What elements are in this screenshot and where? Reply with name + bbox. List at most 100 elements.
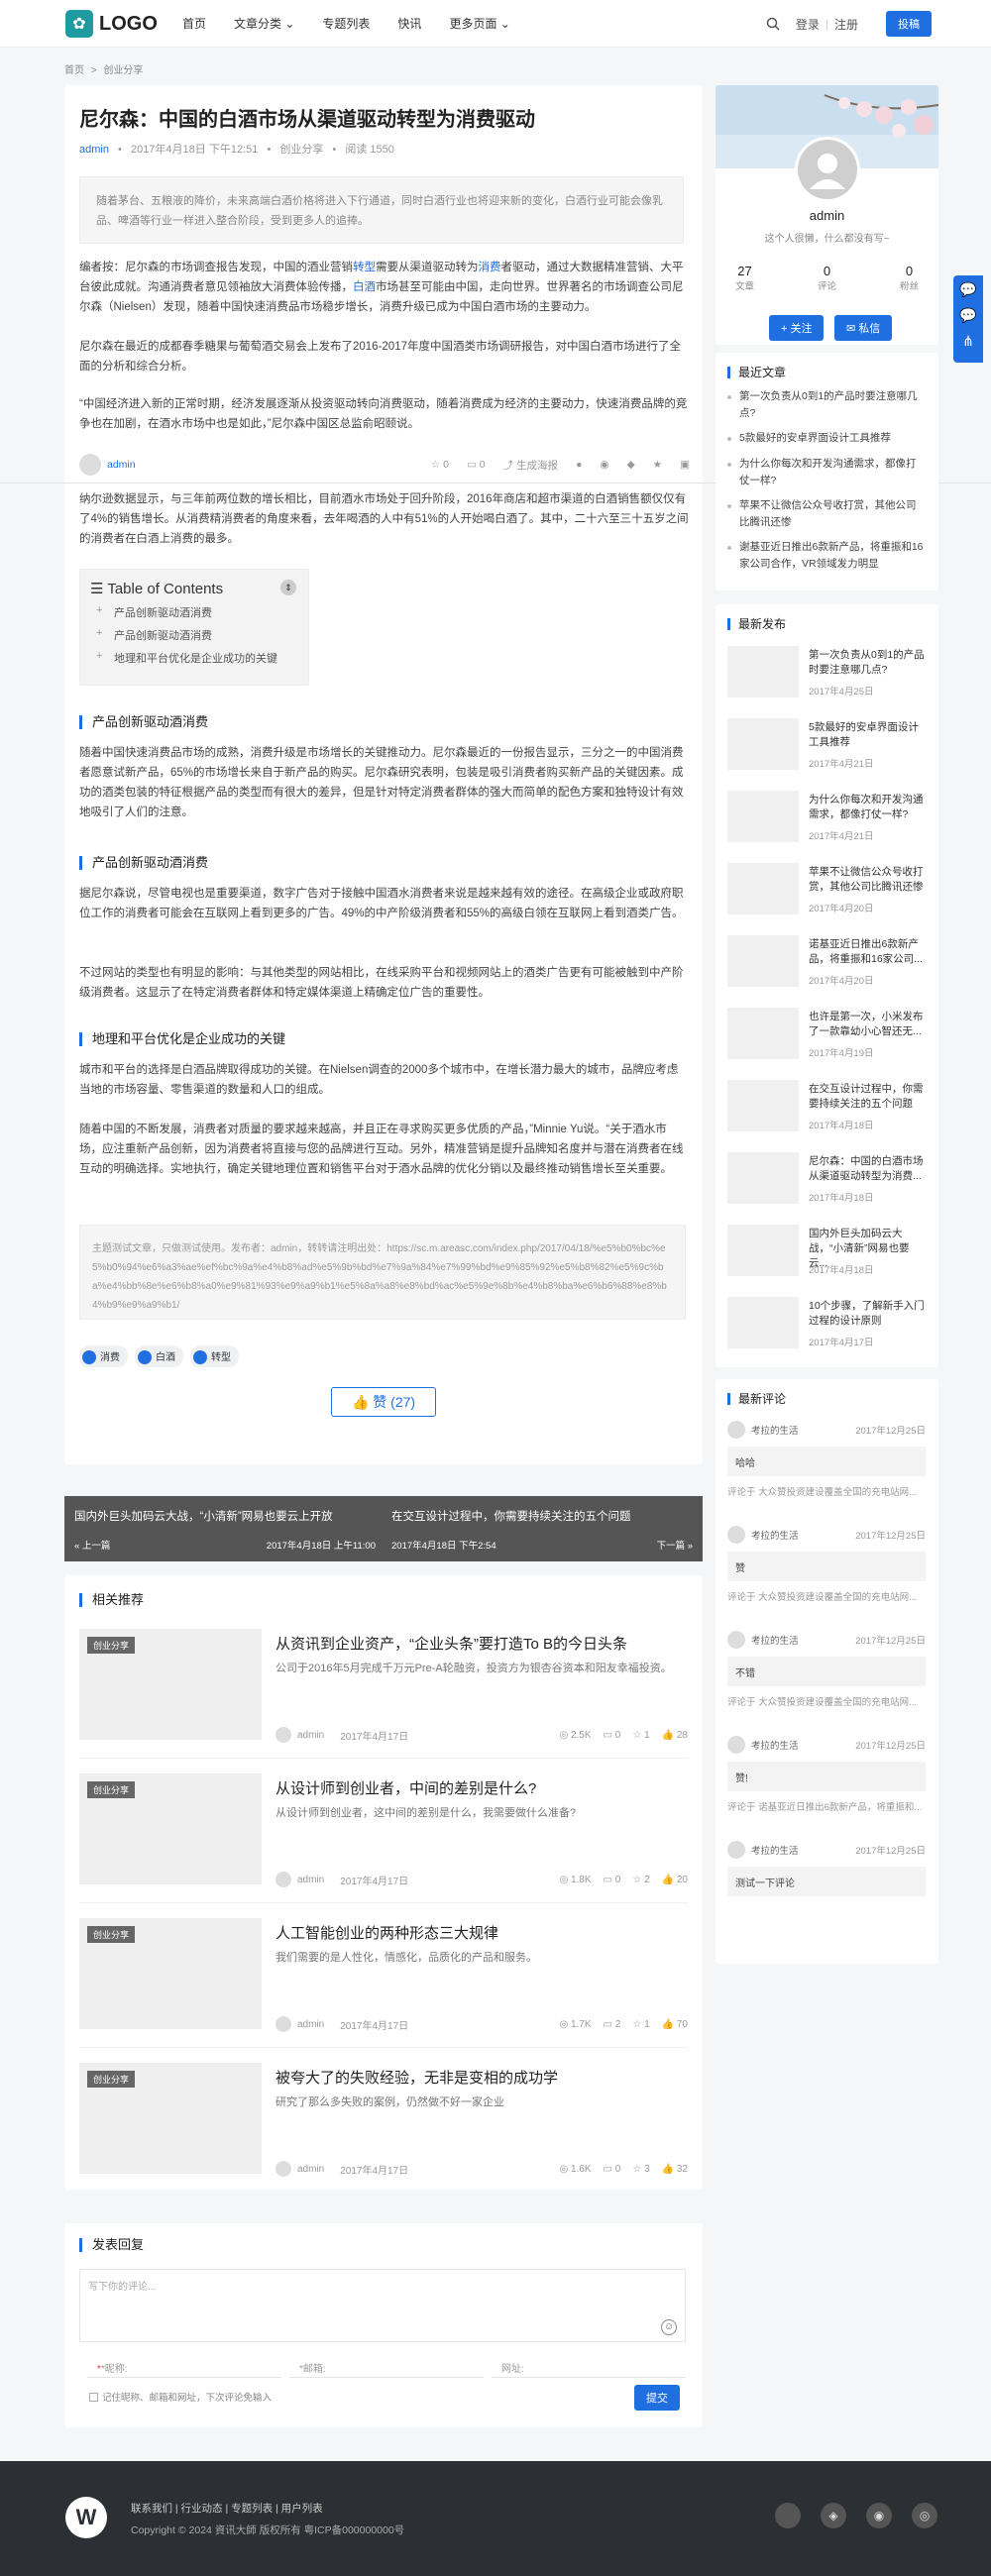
latest-thumbnail[interactable] [727,1225,799,1276]
remember-checkbox-row[interactable]: 记住昵称、邮箱和网址，下次评论免输入 [89,2390,272,2404]
tag-pill[interactable]: 白酒 [135,1345,183,1368]
latest-title[interactable]: 5款最好的安卓界面设计工具推荐 [809,720,928,750]
toc-item[interactable]: 产品创新驱动酒消费 [90,627,298,643]
latest-thumbnail[interactable] [727,1152,799,1204]
wechat-share-icon[interactable]: ● [576,459,582,471]
nav-home[interactable]: 首页 [182,0,206,48]
comment-context[interactable]: 评论于 诺基亚近日推出6款新产品，将重振和... [727,1799,926,1813]
weibo-share-icon[interactable]: ◉ [600,459,608,471]
submit-comment-button[interactable]: 提交 [634,2385,680,2411]
related-author[interactable]: admin [297,2019,324,2030]
article-category[interactable]: 创业分享 [279,144,323,156]
nav-categories[interactable]: 文章分类 ⌄ [234,0,294,48]
related-title-link[interactable]: 被夸大了的失败经验，无非是变相的成功学 [275,2067,558,2088]
latest-thumbnail[interactable] [727,935,799,987]
android-icon[interactable]: ◈ [821,2503,846,2528]
related-thumbnail[interactable]: 创业分享 [79,2063,262,2174]
prev-post-card[interactable]: 国内外巨头加码云大战，“小清新”网易也要云上开放 « 上一篇 2017年4月18日… [64,1496,385,1561]
related-badge[interactable]: 创业分享 [87,2071,136,2088]
comment-text[interactable]: 赞 [727,1552,926,1581]
latest-title[interactable]: 在交互设计过程中，你需要持续关注的五个问题 [809,1082,928,1112]
favorite-icon[interactable]: ★ [653,459,662,471]
poster-button[interactable]: ⤴ 生成海报 [503,458,558,473]
register-link[interactable]: 注册 [834,16,858,33]
nav-topics[interactable]: 专题列表 [322,0,370,48]
comment-icon[interactable]: ▭ 0 [467,459,486,471]
related-badge[interactable]: 创业分享 [87,1637,136,1654]
like-button[interactable]: 👍 赞 (27) [331,1387,436,1417]
latest-title[interactable]: 第一次负责从0到1的产品时要注意哪几点? [809,648,928,678]
latest-title[interactable]: 尼尔森：中国的白酒市场从渠道驱动转型为消费... [809,1154,928,1184]
latest-title[interactable]: 为什么你每次和开发沟通需求，都像打仗一样? [809,793,928,822]
latest-thumbnail[interactable] [727,1297,799,1348]
nickname-field[interactable]: **昵称: [87,2354,281,2378]
share-float-icon[interactable]: ⋔ [953,333,983,359]
comment-context[interactable]: 评论于 大众赞投资建设覆盖全国的充电站网... [727,1589,926,1603]
breadcrumb-current[interactable]: 创业分享 [103,65,143,76]
comment-user[interactable]: 考拉的生活 [751,1423,799,1437]
toc-item[interactable]: 地理和平台优化是企业成功的关键 [90,650,298,666]
toc-item[interactable]: 产品创新驱动酒消费 [90,604,298,620]
recent-post-link[interactable]: 苹果不让微信公众号收打赏，其他公司比腾讯还惨 [727,497,926,531]
comment-context[interactable]: 评论于 大众赞投资建设覆盖全国的充电站网... [727,1484,926,1498]
tag-link-transform[interactable]: 转型 [353,262,376,273]
related-title-link[interactable]: 从设计师到创业者，中间的差别是什么? [275,1777,536,1798]
related-badge[interactable]: 创业分享 [87,1781,136,1798]
tag-pill[interactable]: 消费 [79,1345,128,1368]
recent-post-link[interactable]: 第一次负责从0到1的产品时要注意哪几点? [727,388,926,422]
nav-more[interactable]: 更多页面 ⌄ [449,0,509,48]
profile-avatar[interactable] [795,137,860,202]
latest-title[interactable]: 苹果不让微信公众号收打赏，其他公司比腾讯还惨 [809,865,928,895]
tag-link-liquor[interactable]: 白酒 [353,281,376,293]
comment-user[interactable]: 考拉的生活 [751,1738,799,1752]
recent-post-link[interactable]: 为什么你每次和开发沟通需求，都像打仗一样? [727,456,926,489]
comment-text[interactable]: 赞! [727,1762,926,1791]
search-icon[interactable] [766,17,780,31]
site-logo[interactable]: ✿ LOGO [65,10,158,38]
remember-checkbox[interactable] [89,2392,98,2402]
latest-thumbnail[interactable] [727,863,799,914]
related-title-link[interactable]: 从资讯到企业资产，“企业头条”要打造To B的今日头条 [275,1633,627,1654]
login-link[interactable]: 登录 [796,16,820,33]
chat-float-icon[interactable]: 💬 [953,307,983,333]
report-icon[interactable]: ▣ [680,459,690,471]
related-title-link[interactable]: 人工智能创业的两种形态三大规律 [275,1922,498,1943]
related-author[interactable]: admin [297,1875,324,1885]
stat-comments[interactable]: 0 评论 [818,264,836,292]
related-author[interactable]: admin [297,1730,324,1741]
comment-user[interactable]: 考拉的生活 [751,1633,799,1647]
stat-posts[interactable]: 27 文章 [735,264,754,292]
url-field[interactable]: 网址: [492,2354,686,2378]
article-author[interactable]: admin [79,144,109,156]
comment-user[interactable]: 考拉的生活 [751,1843,799,1857]
comment-user[interactable]: 考拉的生活 [751,1528,799,1542]
email-field[interactable]: *邮箱: [289,2354,484,2378]
latest-thumbnail[interactable] [727,791,799,842]
comment-text[interactable]: 不错 [727,1657,926,1686]
wechat-icon[interactable]: ◉ [866,2503,892,2528]
breadcrumb-home[interactable]: 首页 [64,65,84,76]
related-thumbnail[interactable]: 创业分享 [79,1918,262,2029]
profile-name[interactable]: admin [716,208,938,223]
related-author[interactable]: admin [297,2164,324,2175]
recent-post-link[interactable]: 5款最好的安卓界面设计工具推荐 [727,430,926,447]
latest-title[interactable]: 10个步骤，了解新手入门过程的设计原则 [809,1299,928,1329]
latest-title[interactable]: 诺基亚近日推出6款新产品，将重振和16家公司... [809,937,928,967]
footer-links[interactable]: 联系我们 | 行业动态 | 专题列表 | 用户列表 [131,2501,323,2516]
share-author[interactable]: admin [107,459,136,471]
post-button[interactable]: 投稿 [886,11,932,37]
star-icon[interactable]: ☆ 0 [431,459,449,471]
latest-thumbnail[interactable] [727,1008,799,1059]
comment-textarea[interactable]: 写下你的评论... ☺ [79,2269,686,2342]
follow-button[interactable]: + 关注 [769,315,825,341]
weibo-icon[interactable]: ◎ [912,2503,937,2528]
comment-text[interactable]: 测试一下评论 [727,1867,926,1896]
wechat-float-icon[interactable]: 💬 [953,281,983,307]
emoji-icon[interactable]: ☺ [661,2319,677,2335]
recent-post-link[interactable]: 谢基亚近日推出6款新产品，将重振和16家公司合作，VR领域发力明显 [727,539,926,573]
footer-logo[interactable]: W [65,2497,107,2538]
comment-context[interactable]: 评论于 大众赞投资建设覆盖全国的充电站网... [727,1694,926,1708]
apple-icon[interactable] [775,2503,801,2528]
latest-thumbnail[interactable] [727,646,799,698]
related-badge[interactable]: 创业分享 [87,1926,136,1943]
